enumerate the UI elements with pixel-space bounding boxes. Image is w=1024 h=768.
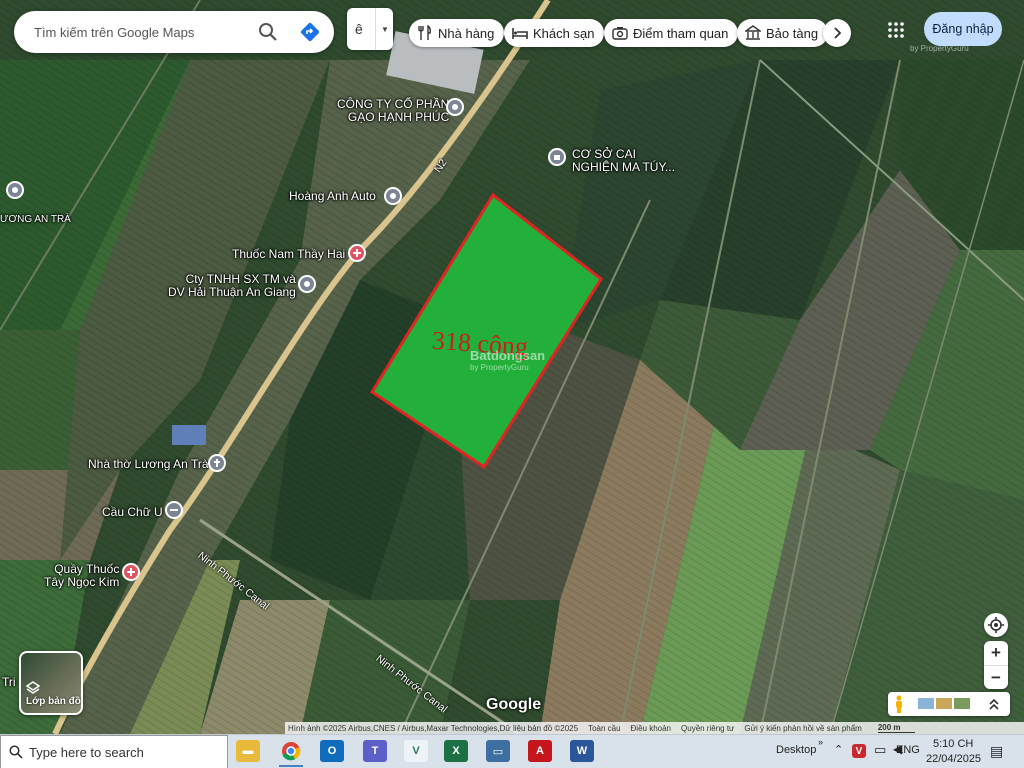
chip-attractions[interactable]: Điểm tham quan	[604, 19, 739, 47]
remote-desktop-icon[interactable]: ▭	[486, 740, 510, 762]
tray-overflow-icon[interactable]: ⌃	[834, 743, 843, 756]
satellite-map[interactable]: 318 công Batdongsan by PropertyGuru by P…	[0, 0, 1024, 734]
pin-icon	[548, 148, 566, 166]
divider	[375, 8, 376, 50]
word-icon[interactable]: W	[570, 740, 594, 762]
zoom-controls: + −	[984, 641, 1008, 689]
pin-icon	[6, 181, 24, 199]
chip-label: Khách sạn	[533, 25, 595, 41]
apps-grid-icon[interactable]	[886, 20, 906, 40]
zoom-in-button[interactable]: +	[984, 641, 1008, 665]
zoom-out-button[interactable]: −	[984, 666, 1008, 690]
feedback-link[interactable]: Gửi ý kiến phản hồi về sản phẩm	[744, 724, 861, 733]
input-method-button[interactable]: ê ▼	[347, 8, 393, 50]
street-view-tray	[888, 692, 1010, 716]
map-layers-button[interactable]: Lớp bản đồ	[19, 651, 83, 715]
place-label: Hoàng Anh Auto	[289, 189, 376, 203]
my-location-button[interactable]	[984, 613, 1008, 637]
photo-thumb-2[interactable]	[936, 698, 952, 709]
pegman-icon[interactable]	[894, 695, 904, 713]
clock-time[interactable]: 5:10 CH	[933, 738, 973, 750]
layers-icon	[26, 681, 40, 694]
camera-icon	[612, 27, 628, 40]
clock-date[interactable]: 22/04/2025	[926, 753, 981, 765]
app-v-icon[interactable]: V	[404, 740, 428, 762]
pdf-reader-icon[interactable]: A	[528, 740, 552, 762]
chevron-up-icon[interactable]	[988, 697, 1000, 711]
pharmacy-pin-icon	[348, 244, 366, 262]
my-location-icon	[988, 617, 1004, 633]
place-label: Cầu Chữ U	[102, 505, 163, 519]
pin-icon	[446, 98, 464, 116]
chip-restaurants[interactable]: Nhà hàng	[409, 19, 505, 47]
church-pin-icon	[208, 454, 226, 472]
excel-icon[interactable]: X	[444, 740, 468, 762]
privacy-link[interactable]: Quyền riêng tư	[681, 724, 734, 733]
chip-hotels[interactable]: Khách sạn	[504, 19, 605, 47]
language-indicator[interactable]: ENG	[896, 744, 920, 756]
windows-taskbar: Type here to search ▬ O T V X ▭ A W Desk…	[0, 734, 1024, 768]
chip-label: Điểm tham quan	[633, 25, 729, 41]
watermark-brand: Batdongsan	[470, 348, 546, 363]
map-layers-label: Lớp bản đồ	[26, 696, 81, 707]
search-icon[interactable]	[258, 22, 278, 42]
chrome-icon[interactable]	[279, 740, 303, 767]
taskbar-search[interactable]: Type here to search	[0, 735, 228, 768]
chevron-right-icon[interactable]: »	[818, 737, 823, 747]
place-label: ƯƠNG AN TRÀ	[0, 214, 71, 225]
search-icon	[9, 745, 23, 759]
place-label: Thuốc Nam Thầy Hai	[232, 247, 346, 261]
chip-label: Nhà hàng	[438, 25, 495, 41]
watermark-center: Batdongsan by PropertyGuru	[470, 348, 545, 372]
bridge-pin-icon	[165, 501, 183, 519]
signin-button[interactable]: Đăng nhập	[924, 12, 1002, 46]
place-label: Cty TNHH SX TM và DV Hải Thuận An Giang	[168, 272, 296, 299]
taskbar-search-placeholder: Type here to search	[29, 744, 144, 760]
chevron-right-icon	[834, 27, 842, 39]
network-icon[interactable]: ▭	[874, 742, 886, 758]
caret-down-icon: ▼	[381, 24, 389, 34]
desktop-toolbar-label[interactable]: Desktop	[776, 744, 816, 756]
file-explorer-icon[interactable]: ▬	[236, 740, 260, 762]
photo-thumb-3[interactable]	[954, 698, 970, 709]
directions-icon[interactable]	[299, 21, 321, 43]
place-label-partial: Tri	[2, 675, 16, 689]
terms-link[interactable]: Điều khoản	[631, 724, 671, 733]
hotel-icon	[512, 28, 528, 39]
scale-bar[interactable]: 200 m	[877, 723, 915, 733]
google-logo: Google	[486, 696, 542, 713]
region-link[interactable]: Toàn cầu	[588, 724, 620, 733]
pin-icon	[384, 187, 402, 205]
place-label: Nhà thờ Lương An Trà	[88, 457, 209, 471]
outlook-icon[interactable]: O	[320, 740, 344, 762]
attribution-bar: Hình ảnh ©2025 Airbus,CNES / Airbus,Maxa…	[285, 722, 1024, 734]
pharmacy-pin-icon	[122, 563, 140, 581]
place-label: CÔNG TY CỔ PHẦN GẠO HẠNH PHÚC	[337, 97, 450, 124]
chip-label: Bảo tàng	[766, 25, 819, 41]
search-box[interactable]	[14, 11, 334, 53]
restaurant-icon	[418, 25, 431, 40]
antivirus-tray-icon[interactable]: V	[852, 744, 866, 758]
chip-museums[interactable]: Bảo tàng	[737, 19, 829, 47]
pin-icon	[298, 275, 316, 293]
notifications-icon[interactable]: ▤	[990, 743, 1003, 760]
photo-thumb-1[interactable]	[918, 698, 934, 709]
teams-icon[interactable]: T	[363, 740, 387, 762]
place-label: CƠ SỞ CAI NGHIỆN MA TÚY...	[572, 147, 675, 174]
search-input[interactable]	[34, 24, 254, 40]
place-label: Quầy Thuốc Tây Ngọc Kim	[44, 562, 120, 589]
museum-icon	[745, 25, 761, 40]
chips-next-button[interactable]	[823, 19, 851, 47]
watermark-sub: by PropertyGuru	[470, 363, 529, 372]
imagery-credit: Hình ảnh ©2025 Airbus,CNES / Airbus,Maxa…	[288, 723, 579, 733]
input-method-label: ê	[355, 21, 363, 37]
